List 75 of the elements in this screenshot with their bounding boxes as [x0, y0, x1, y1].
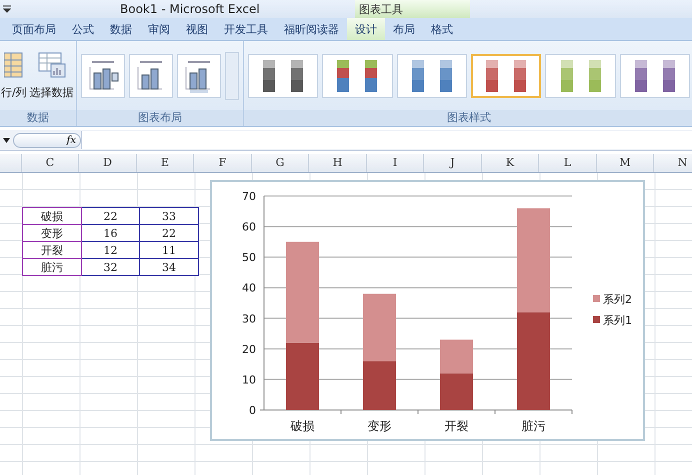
- chart-style-option[interactable]: [396, 54, 467, 98]
- chart-layout-option[interactable]: [81, 54, 125, 98]
- ribbon-tab[interactable]: 布局: [385, 18, 423, 40]
- table-cell: 12: [82, 242, 140, 258]
- ribbon-tab[interactable]: 数据: [102, 18, 140, 40]
- chart-layout-option[interactable]: [177, 54, 221, 98]
- context-tab-group: 图表工具: [355, 0, 470, 18]
- window-title: Book1 - Microsoft Excel: [120, 2, 260, 16]
- ribbon-tab[interactable]: 设计: [347, 18, 385, 40]
- ribbon-tab[interactable]: 格式: [423, 18, 461, 40]
- column-header[interactable]: L: [539, 154, 597, 172]
- axis-label: 40: [242, 282, 256, 295]
- legend-label: 系列2: [603, 293, 632, 306]
- ribbon-tab[interactable]: 开发工具: [216, 18, 276, 40]
- axis-label: 70: [242, 190, 256, 203]
- name-box-dropdown-icon[interactable]: [0, 138, 13, 142]
- table-cell: 开裂: [22, 242, 82, 258]
- column-header[interactable]: N: [654, 154, 692, 172]
- gallery-scrollbar[interactable]: [225, 52, 239, 100]
- category-label: 脏污: [522, 419, 546, 433]
- chart-area[interactable]: 0 10 20 30 40 50 60 70 破损 变形 开裂 脏污 系列2 系列1: [210, 180, 645, 441]
- axis-label: 20: [242, 342, 256, 356]
- bar: [363, 294, 396, 362]
- table-cell: 变形: [22, 224, 82, 242]
- column-header[interactable]: I: [367, 154, 424, 172]
- axis-label: 0: [249, 404, 256, 417]
- column-header[interactable]: E: [137, 154, 194, 172]
- axis-label: 50: [242, 251, 256, 264]
- table-cell: 16: [82, 224, 140, 242]
- column-header[interactable]: D: [79, 154, 137, 172]
- category-label: 变形: [368, 419, 392, 433]
- table-chart-icon: [38, 51, 66, 79]
- ribbon-button[interactable]: 行/列: [1, 51, 27, 100]
- quick-access-menu-icon[interactable]: [3, 5, 11, 13]
- axis-label: 60: [242, 220, 256, 234]
- table-grid-icon: [4, 51, 24, 79]
- category-label: 开裂: [444, 419, 468, 433]
- ribbon-tab[interactable]: 福昕阅读器: [276, 18, 347, 40]
- category-label: 破损: [290, 419, 314, 433]
- column-header[interactable]: M: [597, 154, 654, 172]
- column-header[interactable]: C: [22, 154, 79, 172]
- column-header[interactable]: J: [424, 154, 482, 172]
- axis-label: 30: [242, 312, 256, 326]
- legend-label: 系列1: [603, 314, 632, 327]
- axis-label: 10: [242, 373, 256, 386]
- table-cell: 脏污: [22, 258, 82, 276]
- chart-style-option[interactable]: [620, 54, 690, 98]
- ribbon-tab[interactable]: 页面布局: [4, 18, 64, 40]
- chart-style-option[interactable]: [322, 54, 393, 98]
- group-label: 图表样式: [244, 110, 692, 126]
- chart-layout-option[interactable]: [129, 54, 173, 98]
- bar: [363, 361, 396, 410]
- chart-style-option[interactable]: [248, 54, 318, 98]
- column-header[interactable]: H: [309, 154, 367, 172]
- column-header[interactable]: K: [482, 154, 539, 172]
- formula-bar-control[interactable]: fx: [13, 132, 81, 148]
- ribbon-tab[interactable]: 审阅: [140, 18, 178, 40]
- group-label: 图表布局: [77, 110, 243, 126]
- table-cell: 22: [140, 224, 198, 242]
- formula-input[interactable]: [81, 131, 692, 149]
- column-header[interactable]: F: [194, 154, 252, 172]
- table-cell: 34: [140, 258, 198, 276]
- bar: [440, 373, 473, 410]
- table-cell: 11: [140, 242, 198, 258]
- ribbon-tab[interactable]: 视图: [178, 18, 216, 40]
- chart-style-option[interactable]: [470, 54, 542, 98]
- bar: [440, 340, 473, 374]
- table-cell: 22: [82, 208, 140, 224]
- ribbon-button[interactable]: 选择数据: [30, 51, 74, 100]
- table-cell: 32: [82, 258, 140, 276]
- column-header[interactable]: G: [252, 154, 309, 172]
- group-label: 数据: [0, 110, 76, 126]
- table-cell: 33: [140, 208, 198, 224]
- ribbon-tab[interactable]: 公式: [64, 18, 102, 40]
- table-cell: 破损: [22, 208, 82, 224]
